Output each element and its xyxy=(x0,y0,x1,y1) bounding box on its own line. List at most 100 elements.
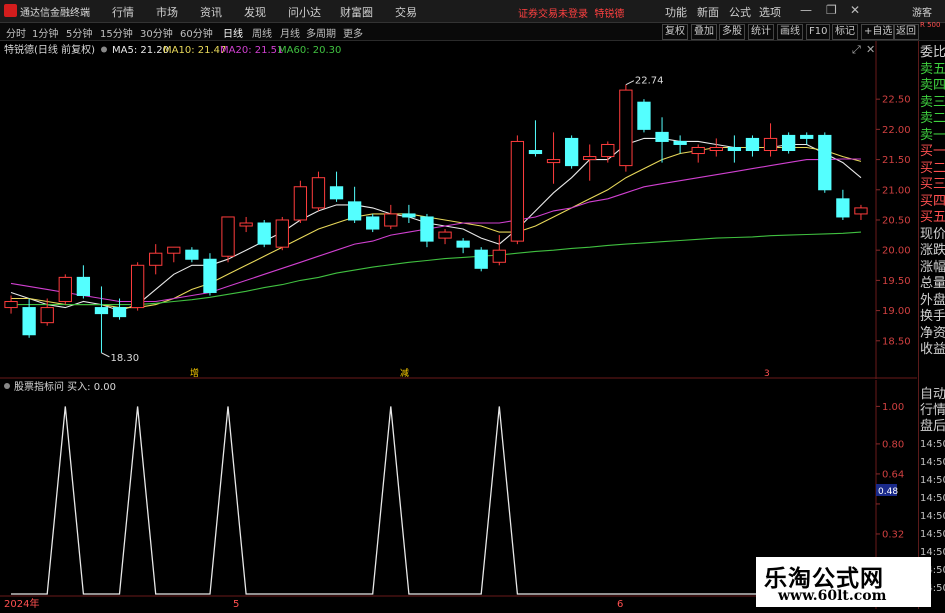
tick-time: 14:50 xyxy=(920,457,945,468)
menu-faxian[interactable]: 发现 xyxy=(244,4,266,20)
legend-bullet-icon xyxy=(101,46,107,53)
menu-gongneng[interactable]: 功能 xyxy=(665,4,687,20)
tool-diejia[interactable]: 叠加 xyxy=(691,24,717,40)
candle-body-down xyxy=(94,307,109,315)
expand-icon[interactable]: ⤢ xyxy=(852,43,861,56)
stock-name-title: 特锐德 xyxy=(594,9,625,20)
low-price-label: 18.30 xyxy=(110,353,139,364)
candle[interactable] xyxy=(510,135,525,245)
tool-duogu[interactable]: 多股 xyxy=(719,24,745,40)
period-more[interactable]: 更多 xyxy=(343,25,363,40)
candle-body-down xyxy=(22,307,36,336)
candle[interactable] xyxy=(130,262,145,311)
quote-label-7: 买二 xyxy=(920,160,945,176)
candle-body-down xyxy=(564,137,579,167)
candle[interactable] xyxy=(58,274,72,305)
tool-fuquan[interactable]: 复权 xyxy=(662,24,688,40)
menu-wenxiaoda[interactable]: 问小达 xyxy=(288,4,321,20)
candle[interactable] xyxy=(257,219,271,248)
period-daily[interactable]: 日线 xyxy=(223,25,243,40)
x-label-2024: 2024年 xyxy=(4,597,39,609)
price-tick-label: 19.00 xyxy=(882,306,911,317)
restore-icon[interactable]: ❐ xyxy=(826,3,837,17)
candle[interactable] xyxy=(203,253,217,296)
title-bar: 通达信金融终端 行情 市场 资讯 发现 问小达 财富圈 交易 证券交易未登录 特… xyxy=(0,0,945,23)
candle[interactable] xyxy=(221,216,235,263)
quote-label-11: 现价 xyxy=(920,226,945,242)
stock-terminal-window: 通达信金融终端 行情 市场 资讯 发现 问小达 财富圈 交易 证券交易未登录 特… xyxy=(0,0,945,610)
tick-time: 14:50 xyxy=(920,511,945,522)
tool-f10[interactable]: F10 xyxy=(806,24,831,40)
tool-tongji[interactable]: 统计 xyxy=(748,24,774,40)
candle-body-up xyxy=(239,222,253,227)
period-15min[interactable]: 15分钟 xyxy=(100,25,133,40)
tool-huaxian[interactable]: 画线 xyxy=(777,24,803,40)
period-fenshi[interactable]: 分时 xyxy=(6,25,26,40)
legend-ma5: MA5: 21.20 xyxy=(112,45,169,56)
quote-label-5: 卖一 xyxy=(920,127,945,143)
login-notice[interactable]: 证券交易未登录 特锐德 xyxy=(518,5,624,20)
candle[interactable] xyxy=(818,132,832,193)
menu-gongshi[interactable]: 公式 xyxy=(729,4,751,20)
minimize-icon[interactable]: — xyxy=(800,3,812,17)
panel-close-icon[interactable]: ✕ xyxy=(866,43,875,56)
tick-label-1: 行情 xyxy=(920,403,945,418)
price-tick-label: 22.50 xyxy=(882,95,911,106)
candle[interactable] xyxy=(781,132,796,154)
quote-label-9: 买四 xyxy=(920,193,945,209)
menu-zixun[interactable]: 资讯 xyxy=(200,4,222,20)
main-chart-bg xyxy=(0,41,917,379)
tool-biaoji[interactable]: 标记 xyxy=(832,24,858,40)
period-toolbar: 分时 1分钟 5分钟 15分钟 30分钟 60分钟 日线 周线 月线 多周期 更… xyxy=(0,23,945,41)
guest-label[interactable]: 游客 xyxy=(912,4,932,19)
candle-body-down xyxy=(112,307,127,318)
app-logo-icon xyxy=(4,4,17,17)
candle-body-down xyxy=(347,201,362,221)
price-tick-label: 20.50 xyxy=(882,215,911,226)
period-30min[interactable]: 30分钟 xyxy=(140,25,173,40)
tick-time: 14:50 xyxy=(920,439,945,450)
main-kline-panel[interactable]: 22.50 22.00 21.50 21.00 20.50 20.00 19.50 19.00… xyxy=(0,41,917,379)
period-5min[interactable]: 5分钟 xyxy=(66,25,92,40)
menu-hangqing[interactable]: 行情 xyxy=(112,4,134,20)
legend-ma10: MA10: 21.47 xyxy=(163,45,226,56)
period-weekly[interactable]: 周线 xyxy=(252,25,272,40)
menu-xuanxiang[interactable]: 选项 xyxy=(759,4,781,20)
candle-body-down xyxy=(185,249,199,260)
tick-time: 14:50 xyxy=(920,475,945,486)
quote-label-15: 外盘 xyxy=(920,292,945,308)
quote-label-6: 买一 xyxy=(920,144,945,159)
kline-chart[interactable]: 22.50 22.00 21.50 21.00 20.50 20.00 19.50 19.00… xyxy=(0,41,917,379)
tick-time: 14:50 xyxy=(920,493,945,504)
menu-jiaoyi[interactable]: 交易 xyxy=(395,4,417,20)
candle[interactable] xyxy=(564,135,579,169)
period-monthly[interactable]: 月线 xyxy=(280,25,300,40)
x-label-5: 5 xyxy=(233,599,239,609)
candle[interactable] xyxy=(474,247,488,272)
tool-fanhui[interactable]: 返回 xyxy=(893,24,919,40)
period-multi[interactable]: 多周期 xyxy=(306,25,336,40)
candle-body-up xyxy=(4,301,18,309)
period-60min[interactable]: 60分钟 xyxy=(180,25,213,40)
close-icon[interactable]: ✕ xyxy=(850,3,860,17)
menu-shichang[interactable]: 市场 xyxy=(156,4,178,20)
candle-body-up xyxy=(691,146,705,155)
price-tick-label: 19.50 xyxy=(882,276,911,287)
period-1min[interactable]: 1分钟 xyxy=(32,25,58,40)
candle[interactable] xyxy=(293,180,308,223)
candle-body-up xyxy=(546,159,561,164)
candle-body-down xyxy=(800,134,814,139)
candle[interactable] xyxy=(637,99,651,133)
menu-xinmian[interactable]: 新面 xyxy=(697,4,719,20)
candle[interactable] xyxy=(275,216,289,251)
menu-caifuquan[interactable]: 财富圈 xyxy=(340,4,373,20)
candle[interactable] xyxy=(311,171,326,211)
candle[interactable] xyxy=(366,213,380,233)
candle[interactable] xyxy=(619,84,633,172)
quote-label-18: 收益 xyxy=(920,342,945,357)
candle-body-up xyxy=(311,177,326,209)
tool-zixuan[interactable]: +自选 xyxy=(861,24,896,40)
candle-body-up xyxy=(130,264,145,309)
marker-jian: 减 xyxy=(400,367,409,379)
marker-3: 3 xyxy=(764,369,770,379)
